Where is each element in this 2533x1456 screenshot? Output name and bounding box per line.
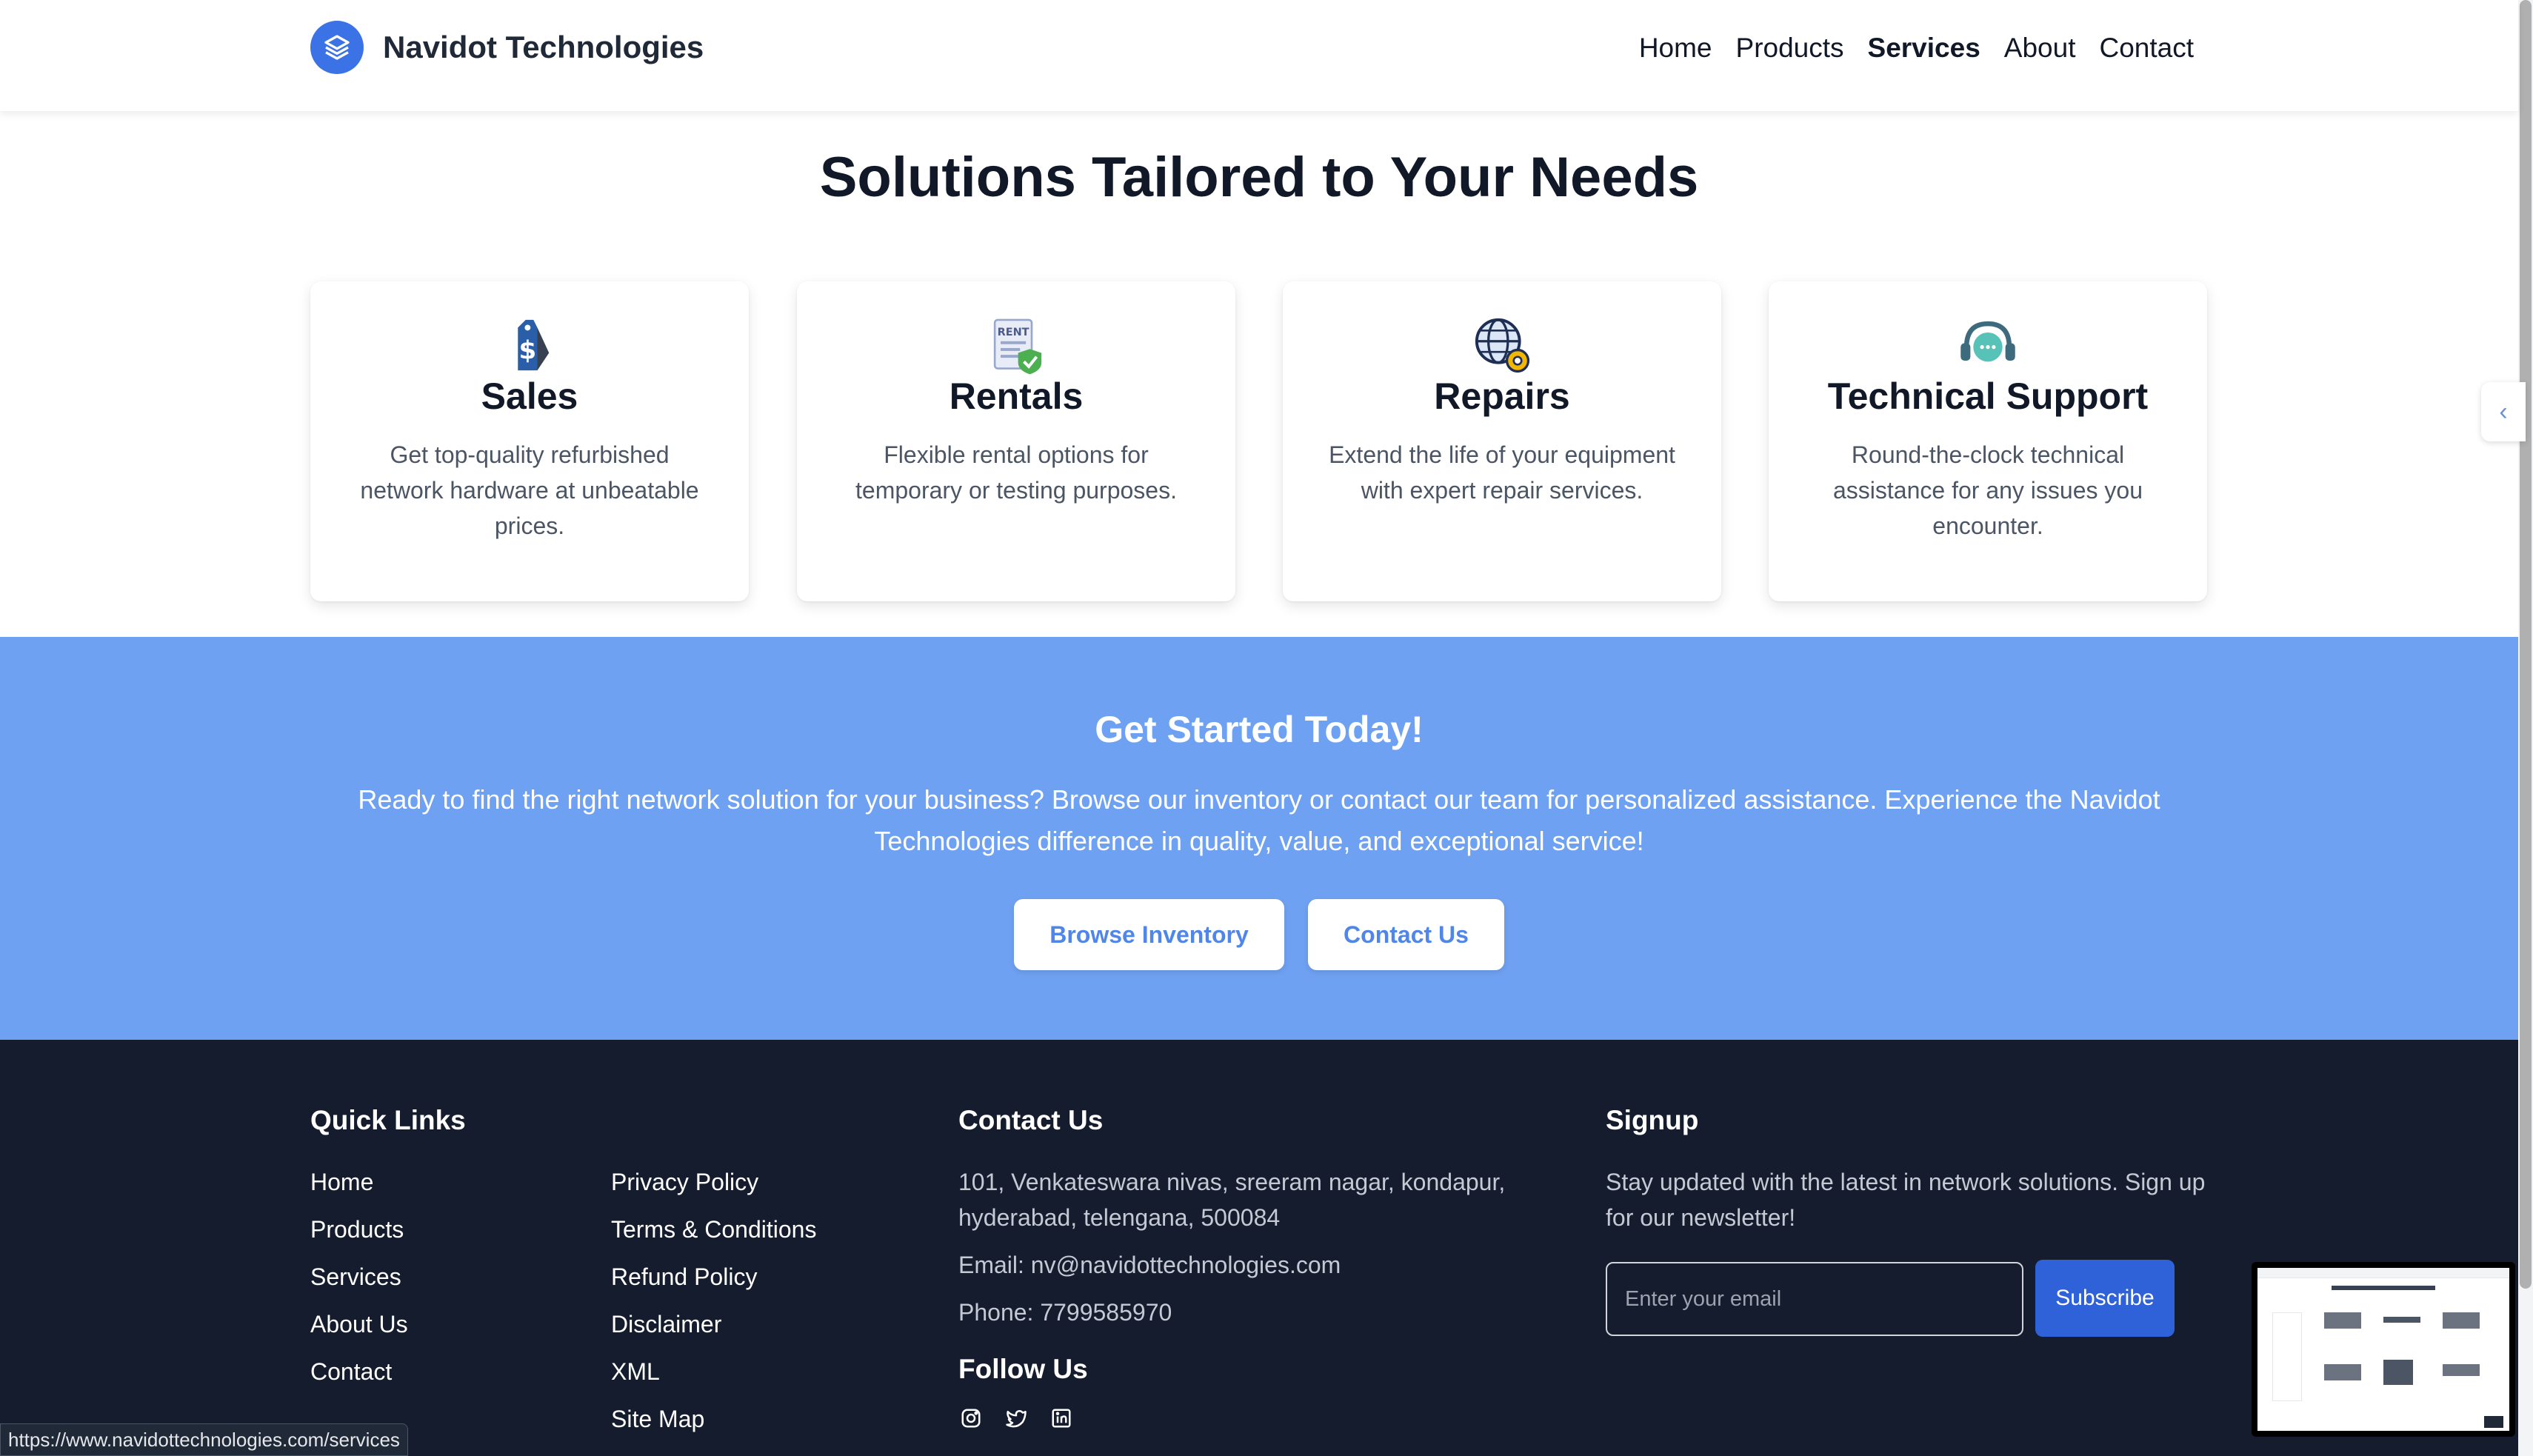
contact-address: 101, Venkateswara nivas, sreeram nagar, … [958, 1169, 1506, 1231]
screenshot-thumbnail[interactable] [2252, 1262, 2515, 1437]
contact-phone: Phone: 7799585970 [958, 1299, 1172, 1326]
cta-title: Get Started Today! [1095, 709, 1424, 750]
footer-link-terms[interactable]: Terms & Conditions [611, 1216, 816, 1243]
svg-text:$: $ [519, 335, 537, 365]
site-header: Navidot Technologies Home Products Servi… [0, 0, 2518, 111]
footer-link-xml[interactable]: XML [611, 1358, 660, 1386]
card-description: Flexible rental options for temporary or… [855, 441, 1177, 504]
footer-link-about-us[interactable]: About Us [310, 1311, 408, 1338]
nav-services[interactable]: Services [1868, 31, 1980, 65]
footer-link-refund-policy[interactable]: Refund Policy [611, 1263, 757, 1291]
card-title: Sales [481, 375, 578, 417]
card-title: Technical Support [1827, 375, 2149, 417]
nav-contact[interactable]: Contact [2099, 31, 2194, 65]
main-nav: Home Products Services About Contact [1639, 31, 2194, 65]
instagram-icon[interactable] [960, 1407, 982, 1433]
section-title: Solutions Tailored to Your Needs [819, 146, 1699, 209]
globe-gear-icon [1475, 318, 1530, 373]
service-card-sales: $ Sales Get top-quality refurbished netw… [310, 281, 749, 601]
side-panel-toggle[interactable]: ‹ [2481, 382, 2526, 441]
chevron-left-icon: ‹ [2499, 397, 2508, 426]
newsletter-email-input[interactable] [1606, 1262, 2023, 1336]
cta-text: Ready to find the right network solution… [358, 784, 2160, 856]
browse-inventory-button[interactable]: Browse Inventory [1014, 899, 1284, 970]
scrollbar-thumb[interactable] [2520, 0, 2532, 1289]
price-tag-icon: $ [518, 319, 550, 371]
linkedin-icon[interactable] [1050, 1407, 1072, 1433]
card-description: Round-the-clock technical assistance for… [1833, 441, 2143, 539]
footer-link-site-map[interactable]: Site Map [611, 1406, 704, 1433]
service-card-rentals: RENT Rentals Flexible rental options for… [797, 281, 1235, 601]
status-bar-url: https://www.navidottechnologies.com/serv… [0, 1423, 408, 1456]
contact-us-button[interactable]: Contact Us [1308, 899, 1504, 970]
service-card-repairs: Repairs Extend the life of your equipmen… [1283, 281, 1721, 601]
cta-section: Get Started Today! Ready to find the rig… [0, 637, 2518, 1040]
follow-us-heading: Follow Us [958, 1354, 1088, 1384]
headset-chat-icon [1960, 321, 2015, 362]
footer-link-disclaimer[interactable]: Disclaimer [611, 1311, 721, 1338]
service-card-technical-support: Technical Support Round-the-clock techni… [1769, 281, 2207, 601]
footer-link-services[interactable]: Services [310, 1263, 401, 1291]
footer-link-home[interactable]: Home [310, 1169, 373, 1196]
card-description: Get top-quality refurbished network hard… [360, 441, 699, 539]
rent-document-icon: RENT [993, 318, 1042, 375]
footer-link-products[interactable]: Products [310, 1216, 404, 1243]
card-description: Extend the life of your equipment with e… [1329, 441, 1675, 504]
nav-home[interactable]: Home [1639, 31, 1712, 65]
quick-links-heading: Quick Links [310, 1105, 466, 1135]
card-title: Repairs [1434, 375, 1570, 417]
signup-text: Stay updated with the latest in network … [1606, 1169, 2206, 1231]
thumbnail-preview [2257, 1268, 2509, 1431]
signup-heading: Signup [1606, 1105, 1699, 1135]
footer-link-contact[interactable]: Contact [310, 1358, 392, 1386]
subscribe-button[interactable]: Subscribe [2035, 1260, 2175, 1337]
contact-heading: Contact Us [958, 1105, 1104, 1135]
footer-link-privacy-policy[interactable]: Privacy Policy [611, 1169, 758, 1196]
brand[interactable]: Navidot Technologies [310, 21, 704, 74]
svg-text:RENT: RENT [998, 327, 1029, 338]
twitter-icon[interactable] [1005, 1407, 1027, 1433]
nav-products[interactable]: Products [1736, 31, 1844, 65]
layers-icon [310, 21, 364, 74]
contact-email: Email: nv@navidottechnologies.com [958, 1252, 1341, 1278]
brand-name: Navidot Technologies [383, 30, 704, 64]
nav-about[interactable]: About [2004, 31, 2076, 65]
card-title: Rentals [949, 375, 1084, 417]
